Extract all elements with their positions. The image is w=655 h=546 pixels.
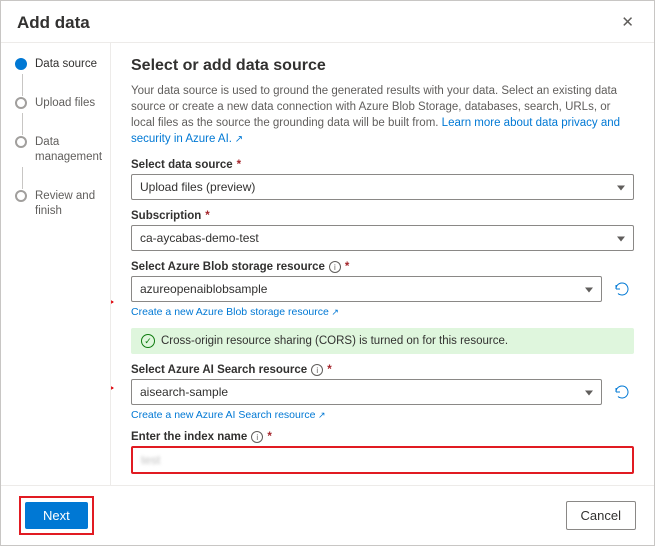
step-indicator-icon [15, 136, 27, 148]
ai-search-select[interactable]: aisearch-sample [131, 379, 602, 405]
blob-storage-select[interactable]: azureopenaiblobsample [131, 276, 602, 302]
field-label: Select Azure AI Search resource i * [131, 364, 634, 376]
required-indicator: * [237, 159, 241, 171]
dialog-body: Data source Upload files Data management… [1, 42, 654, 485]
info-icon[interactable]: i [251, 431, 263, 443]
step-label: Data management [35, 135, 102, 165]
main-panel: 8 9 Select or add data source Your data … [111, 43, 654, 485]
label-text: Select data source [131, 159, 233, 171]
step-label: Review and finish [35, 189, 100, 219]
select-value: Upload files (preview) [140, 180, 255, 194]
select-row: aisearch-sample [131, 379, 634, 405]
required-indicator: * [267, 431, 271, 443]
refresh-icon [614, 281, 630, 297]
close-icon: ✕ [621, 14, 634, 31]
required-indicator: * [345, 261, 349, 273]
step-connector [22, 113, 23, 135]
create-search-link[interactable]: Create a new Azure AI Search resource [131, 409, 325, 421]
wizard-steps-sidebar: Data source Upload files Data management… [1, 43, 111, 485]
section-description: Your data source is used to ground the g… [131, 83, 634, 147]
step-connector [22, 167, 23, 189]
add-data-dialog: Add data ✕ Data source Upload files Data… [0, 0, 655, 546]
arrow-icon [111, 301, 113, 303]
field-blob-storage: Select Azure Blob storage resource i * a… [131, 261, 634, 318]
annotation-callout-9: 9 [111, 377, 113, 399]
field-label: Select data source * [131, 159, 634, 171]
create-blob-link[interactable]: Create a new Azure Blob storage resource [131, 306, 339, 318]
data-source-select[interactable]: Upload files (preview) [131, 174, 634, 200]
field-subscription: Subscription * ca-aycabas-demo-test [131, 210, 634, 251]
next-button[interactable]: Next [25, 502, 88, 529]
step-indicator-icon [15, 97, 27, 109]
refresh-button[interactable] [610, 277, 634, 301]
required-indicator: * [205, 210, 209, 222]
select-row: azureopenaiblobsample [131, 276, 634, 302]
field-data-source: Select data source * Upload files (previ… [131, 159, 634, 200]
cors-message: Cross-origin resource sharing (CORS) is … [161, 335, 508, 347]
select-value: azureopenaiblobsample [140, 282, 267, 296]
annotation-callout-8: 8 [111, 291, 113, 313]
section-heading: Select or add data source [131, 57, 634, 75]
step-review-finish[interactable]: Review and finish [15, 189, 100, 219]
step-label: Upload files [35, 96, 95, 111]
field-label: Select Azure Blob storage resource i * [131, 261, 634, 273]
field-ai-search: Select Azure AI Search resource i * aise… [131, 364, 634, 421]
step-connector [22, 74, 23, 96]
label-text: Select Azure Blob storage resource [131, 261, 325, 273]
label-text: Subscription [131, 210, 201, 222]
cancel-button[interactable]: Cancel [566, 501, 636, 530]
success-icon: ✓ [141, 334, 155, 348]
subscription-select[interactable]: ca-aycabas-demo-test [131, 225, 634, 251]
refresh-button[interactable] [610, 380, 634, 404]
info-icon[interactable]: i [311, 364, 323, 376]
dialog-title: Add data [17, 13, 90, 33]
cors-status-banner: ✓ Cross-origin resource sharing (CORS) i… [131, 328, 634, 354]
label-text: Enter the index name [131, 431, 247, 443]
step-data-source[interactable]: Data source [15, 57, 100, 72]
dialog-footer: Next Cancel [1, 485, 654, 545]
next-button-highlight: Next [19, 496, 94, 535]
input-value: test [141, 453, 160, 467]
select-value: aisearch-sample [140, 385, 228, 399]
dialog-header: Add data ✕ [1, 1, 654, 42]
step-upload-files[interactable]: Upload files [15, 96, 100, 111]
refresh-icon [614, 384, 630, 400]
field-index-name: Enter the index name i * test [131, 431, 634, 474]
step-indicator-icon [15, 190, 27, 202]
step-data-management[interactable]: Data management [15, 135, 100, 165]
close-button[interactable]: ✕ [617, 11, 638, 34]
label-text: Select Azure AI Search resource [131, 364, 307, 376]
field-label: Subscription * [131, 210, 634, 222]
arrow-icon [111, 387, 113, 389]
select-value: ca-aycabas-demo-test [140, 231, 259, 245]
required-indicator: * [327, 364, 331, 376]
info-icon[interactable]: i [329, 261, 341, 273]
step-indicator-icon [15, 58, 27, 70]
index-name-input[interactable]: test [131, 446, 634, 474]
field-label: Enter the index name i * [131, 431, 634, 443]
step-label: Data source [35, 57, 97, 72]
